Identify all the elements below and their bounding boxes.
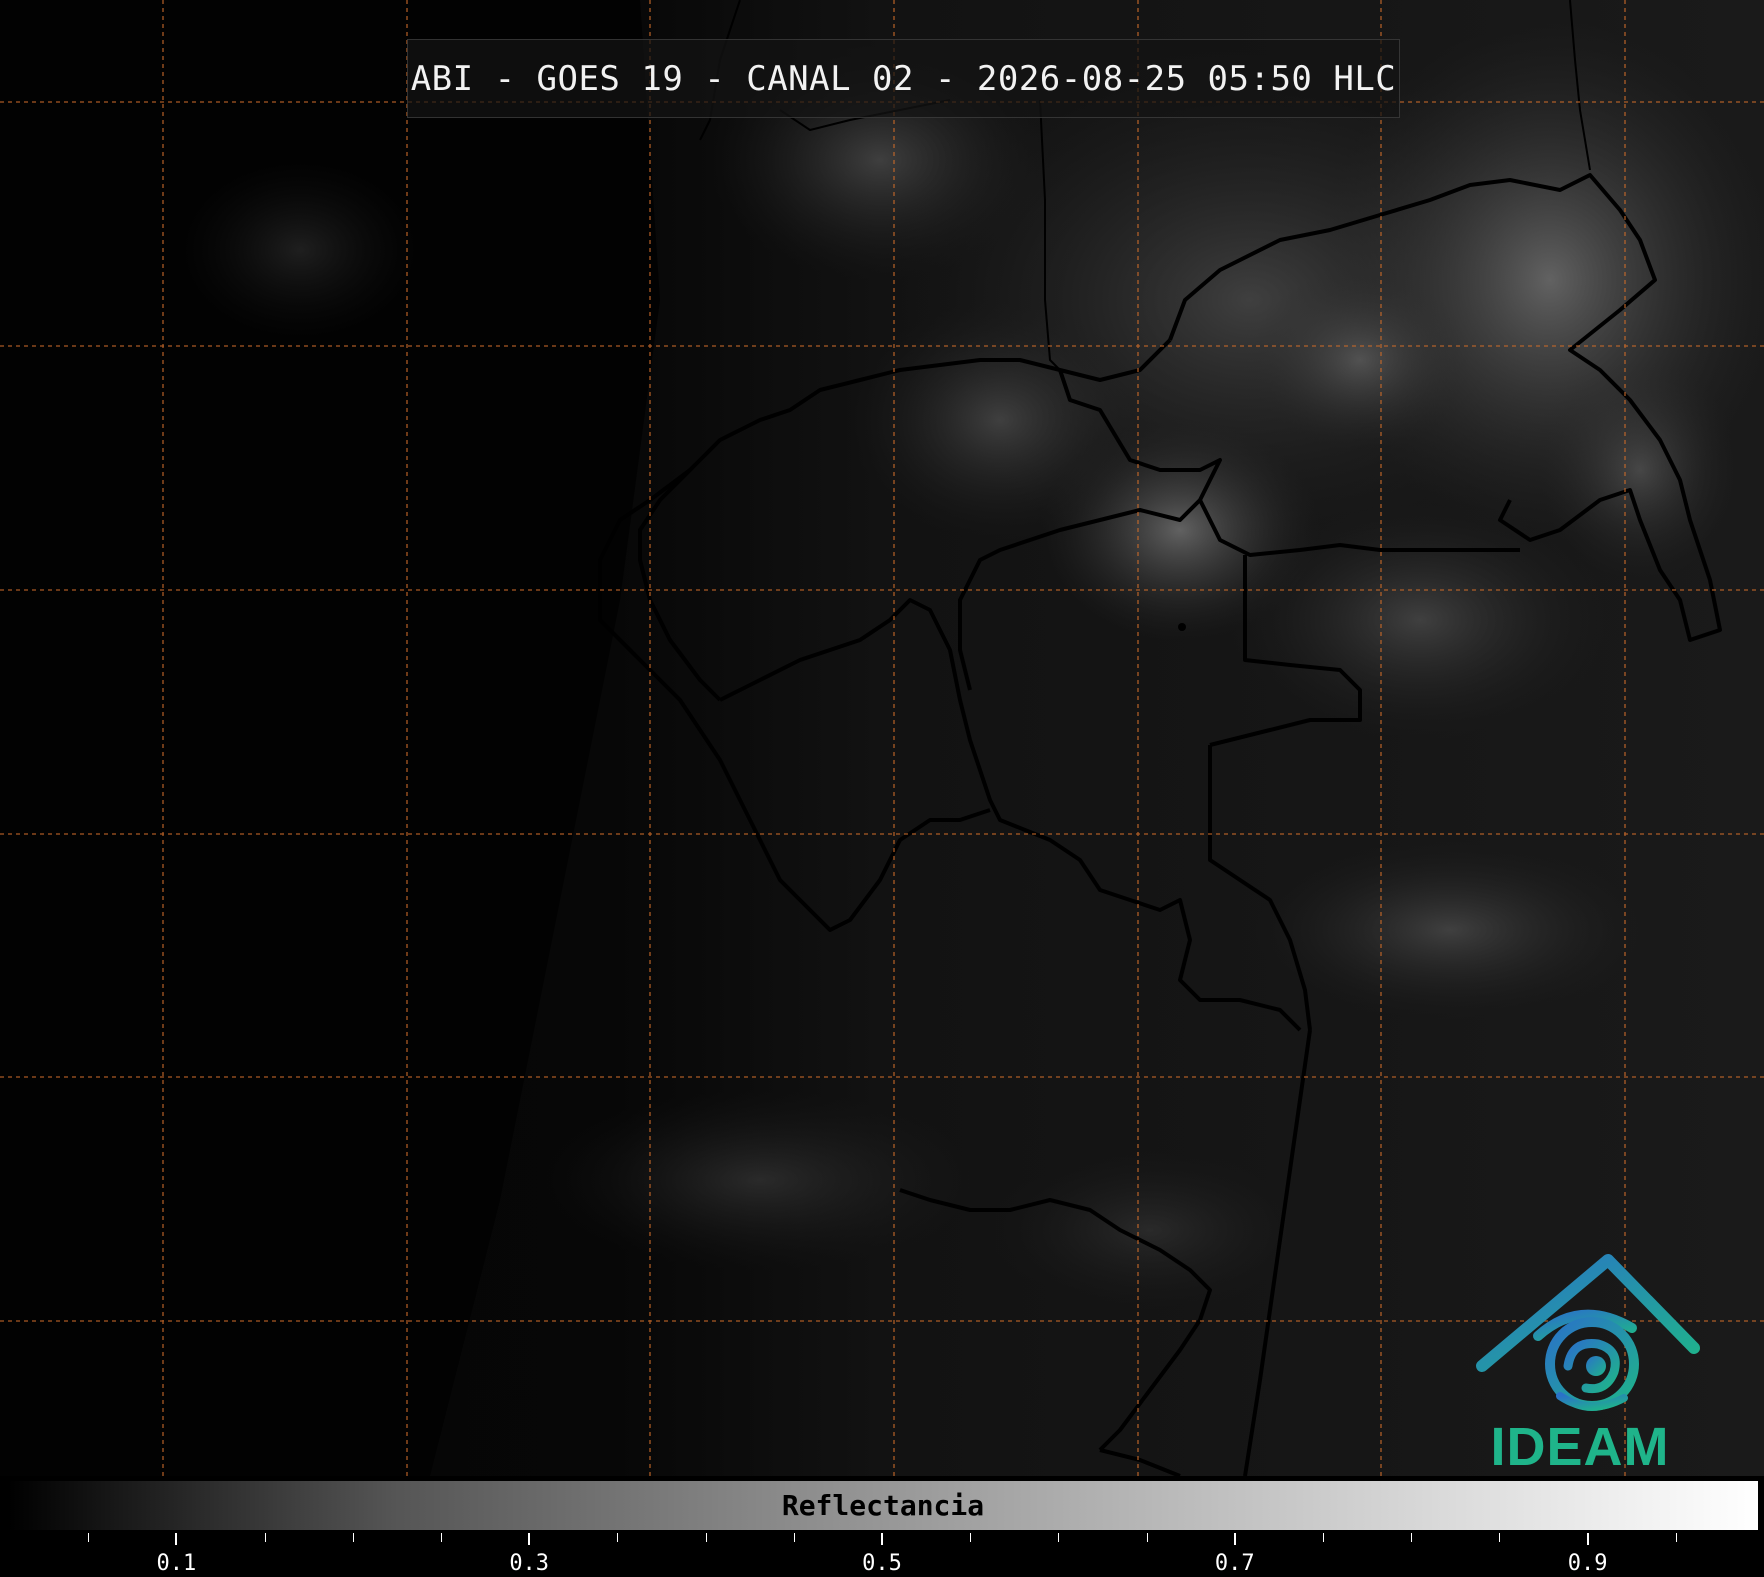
colorbar-minor-tick	[352, 1533, 354, 1542]
colorbar-tick-label: 0.5	[862, 1551, 902, 1576]
colorbar-minor-tick	[1323, 1533, 1324, 1542]
colorbar-major-tick	[175, 1533, 178, 1545]
colorbar-minor-tick	[617, 1533, 619, 1542]
reflectance-colorbar: Reflectancia	[5, 1478, 1761, 1533]
colorbar-major-tick	[528, 1533, 531, 1545]
colorbar-minor-tick	[264, 1533, 266, 1542]
colorbar-tick-label: 0.9	[1567, 1551, 1608, 1576]
colorbar-minor-tick	[970, 1533, 972, 1542]
logo-text: IDEAM	[1490, 1417, 1670, 1477]
colorbar-minor-tick	[1058, 1533, 1060, 1542]
colorbar-minor-tick	[705, 1533, 707, 1542]
title-banner: ABI - GOES 19 - CANAL 02 - 2026-08-25 05…	[407, 39, 1400, 118]
image-title: ABI - GOES 19 - CANAL 02 - 2026-08-25 05…	[410, 58, 1397, 99]
satellite-image-viewer: ABI - GOES 19 - CANAL 02 - 2026-08-25 05…	[0, 0, 1764, 1577]
colorbar-label: Reflectancia	[781, 1489, 985, 1522]
colorbar-minor-tick	[793, 1533, 795, 1542]
colorbar-tick-label: 0.7	[1214, 1551, 1255, 1576]
colorbar-minor-tick	[1146, 1533, 1148, 1542]
colorbar-major-tick	[1233, 1533, 1236, 1545]
colorbar-tick-label: 0.3	[509, 1551, 550, 1576]
colorbar-minor-tick	[88, 1533, 90, 1542]
colorbar-tick-label: 0.1	[156, 1551, 197, 1576]
colorbar-major-tick	[1586, 1533, 1589, 1545]
ideam-logo: IDEAM	[1460, 1248, 1700, 1477]
colorbar-ticks: 0.1 0.3 0.5 0.7 0.9	[0, 1533, 1764, 1577]
colorbar-minor-tick	[1499, 1533, 1501, 1542]
colorbar-minor-tick	[1411, 1533, 1413, 1542]
colorbar-minor-tick	[1675, 1533, 1677, 1542]
colorbar-minor-tick	[441, 1533, 442, 1542]
colorbar-major-tick	[881, 1533, 883, 1545]
ideam-eye-roof-icon	[1476, 1254, 1700, 1411]
